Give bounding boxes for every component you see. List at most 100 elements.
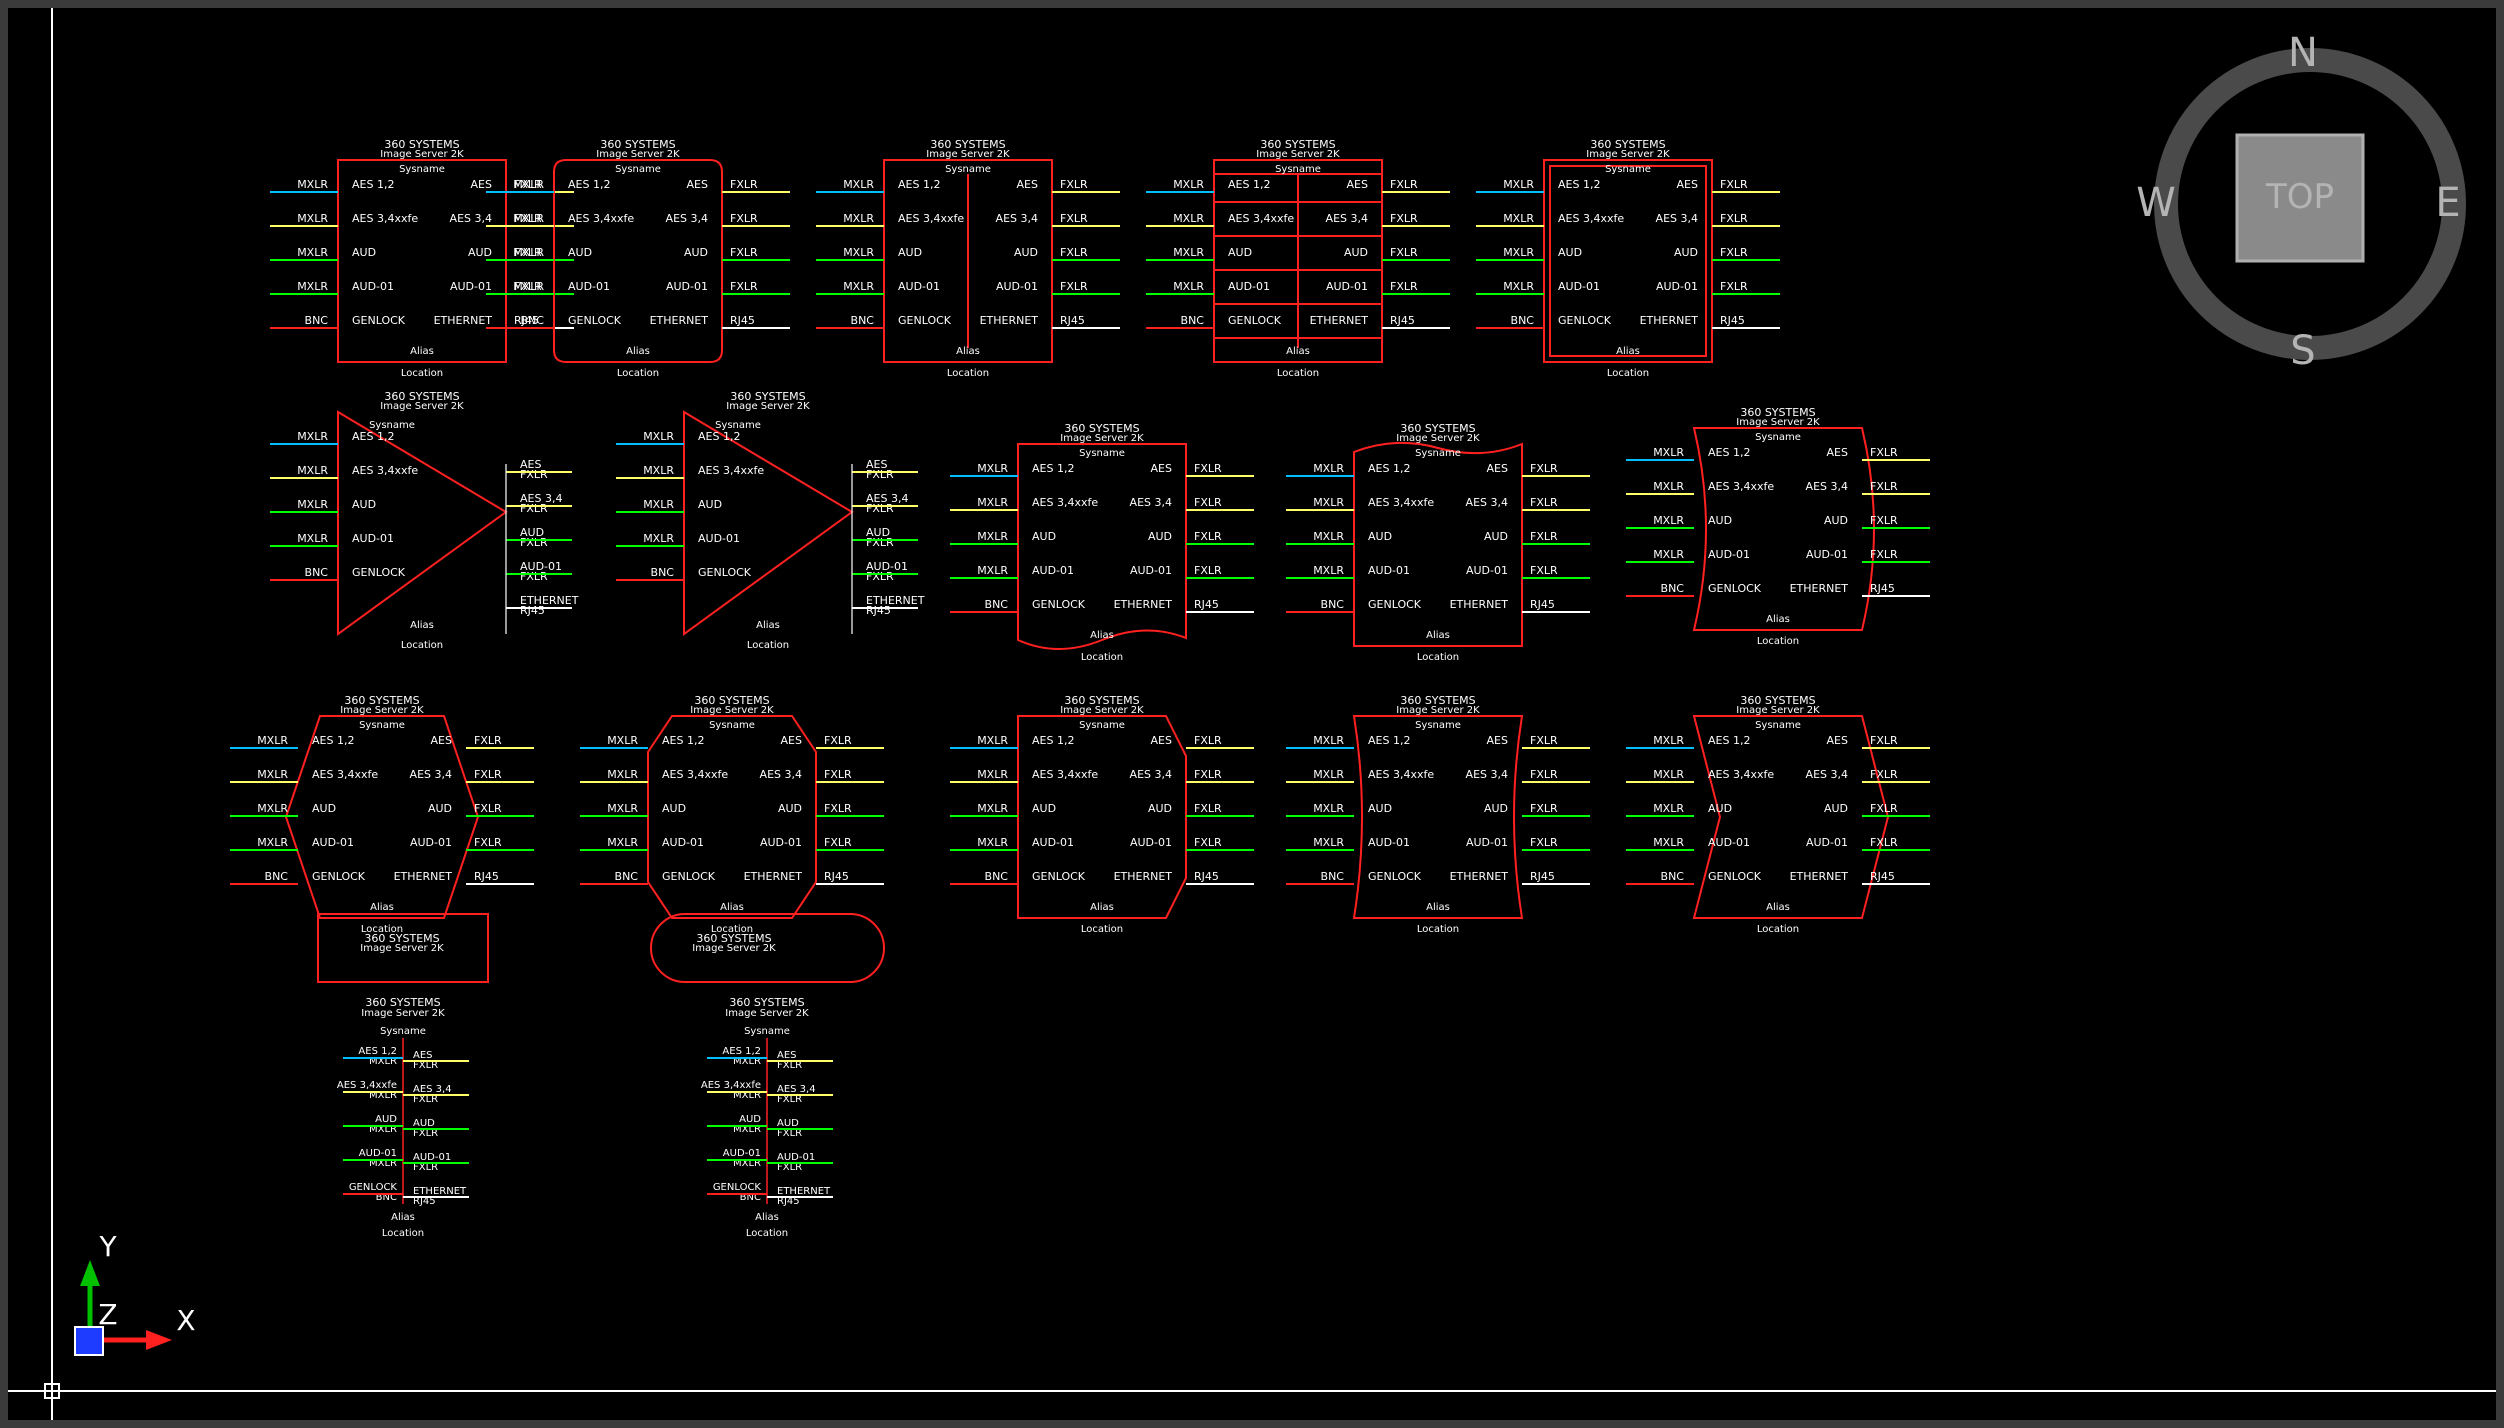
input-port-label: AUD-01 <box>568 280 610 293</box>
output-port-label: AUD <box>1014 246 1038 259</box>
output-port-label: AES <box>1677 178 1698 191</box>
block-sysname: Sysname <box>945 164 991 175</box>
input-port-label: GENLOCK <box>662 870 716 883</box>
input-port-label: GENLOCK <box>352 314 406 327</box>
output-signal-label: RJ45 <box>866 604 891 617</box>
block-banner[interactable]: 360 SYSTEMSImage Server 2KSysnameMXLR AES… <box>1286 422 1590 663</box>
output-port-label: AUD-01 <box>1130 564 1172 577</box>
output-signal-label: FXLR <box>1390 280 1418 293</box>
input-port-label: GENLOCK <box>898 314 952 327</box>
block-hexagon[interactable]: 360 SYSTEMSImage Server 2KSysnameMXLR AES… <box>230 694 534 935</box>
output-signal-label: FXLR <box>474 802 502 815</box>
input-signal-label: MXLR <box>1653 446 1684 459</box>
input-port-label: AES 3,4xxfe <box>698 464 764 477</box>
output-signal-label: FXLR <box>824 734 852 747</box>
block-triangle[interactable]: 360 SYSTEMSImage Server 2KSysnameMXLR AES… <box>270 390 579 651</box>
block-rect-rounded[interactable]: 360 SYSTEMSImage Server 2KSysnameMXLR AES… <box>486 138 790 379</box>
viewcube[interactable]: TOP N S E W <box>2136 30 2466 374</box>
input-signal-label: MXLR <box>257 768 288 781</box>
output-port-label: ETHERNET <box>1114 870 1173 883</box>
block-triangle-2[interactable]: 360 SYSTEMSImage Server 2KSysnameMXLR AES… <box>616 390 925 651</box>
block-cut-corners[interactable]: 360 SYSTEMSImage Server 2KSysnameMXLR AES… <box>950 694 1254 935</box>
input-port-label: AUD <box>1032 530 1056 543</box>
block-location: Location <box>1081 652 1123 663</box>
block-drum[interactable]: 360 SYSTEMSImage Server 2KSysnameMXLR AES… <box>1286 694 1590 935</box>
output-port-label: AES 3,4 <box>666 212 708 225</box>
output-port-label: ETHERNET <box>394 870 453 883</box>
symbol-outline <box>337 410 508 636</box>
output-signal-label: FXLR <box>824 802 852 815</box>
input-port-label: AES 1,2 <box>568 178 610 191</box>
input-port-label: AES 3,4xxfe <box>1032 768 1098 781</box>
input-signal-label: MXLR <box>1653 480 1684 493</box>
block-chevron[interactable]: 360 SYSTEMSImage Server 2KSysnameMXLR AES… <box>1626 694 1930 935</box>
output-port-label: ETHERNET <box>1640 314 1699 327</box>
input-signal-label: BNC <box>615 870 639 883</box>
block-alias: Alias <box>1090 902 1114 913</box>
compass-south-label[interactable]: S <box>2290 328 2315 374</box>
input-port-label: AES 3,4xxfe <box>1368 496 1434 509</box>
compass-east-label[interactable]: E <box>2435 180 2460 226</box>
input-signal-label: BNC <box>305 314 329 327</box>
input-signal-label: BNC <box>1321 598 1345 611</box>
block-curved-sides[interactable]: 360 SYSTEMSImage Server 2KSysnameMXLR AES… <box>1626 406 1930 647</box>
block-alias: Alias <box>410 620 434 631</box>
input-port-label: AES 1,2 <box>1368 462 1410 475</box>
input-port-label: GENLOCK <box>1708 582 1762 595</box>
input-signal-label: MXLR <box>297 178 328 191</box>
output-port-label: AUD <box>1148 530 1172 543</box>
compass-west-label[interactable]: W <box>2136 180 2176 226</box>
output-signal-label: FXLR <box>730 280 758 293</box>
input-signal-label: MXLR <box>977 836 1008 849</box>
block-header-pill[interactable]: 360 SYSTEMSImage Server 2K360 SYSTEMSIma… <box>650 913 885 1239</box>
block-header-rect[interactable]: 360 SYSTEMSImage Server 2K360 SYSTEMSIma… <box>317 913 489 1239</box>
input-port-label: AES 1,2 <box>1708 446 1750 459</box>
input-port-label: AES 1,2 <box>898 178 940 191</box>
output-signal-label: FXLR <box>1060 212 1088 225</box>
output-port-label: AES <box>1151 462 1172 475</box>
output-signal-label: FXLR <box>520 468 548 481</box>
block-sysname: Sysname <box>1415 720 1461 731</box>
input-signal-label: BNC <box>305 566 329 579</box>
output-port-label: AUD <box>778 802 802 815</box>
input-port-label: AUD <box>312 802 336 815</box>
input-signal-label: MXLR <box>1503 280 1534 293</box>
input-signal-label: MXLR <box>257 734 288 747</box>
block-alias: Alias <box>1766 614 1790 625</box>
output-signal-label: RJ45 <box>1194 598 1219 611</box>
ucs-y-label: Y <box>98 1230 117 1263</box>
input-port-label: AES 3,4xxfe <box>662 768 728 781</box>
input-signal-label: MXLR <box>643 498 674 511</box>
output-signal-label: FXLR <box>520 570 548 583</box>
block-document[interactable]: 360 SYSTEMSImage Server 2KSysnameMXLR AES… <box>950 422 1254 663</box>
block-location: Location <box>401 368 443 379</box>
input-port-label: GENLOCK <box>698 566 752 579</box>
block-alias: Alias <box>755 1212 779 1223</box>
input-signal-label: MXLR <box>977 768 1008 781</box>
block-rect-double[interactable]: 360 SYSTEMSImage Server 2KSysnameMXLR AES… <box>1476 138 1780 379</box>
block-rect-grid[interactable]: 360 SYSTEMSImage Server 2KSysnameMXLR AES… <box>1146 138 1450 379</box>
output-port-label: AES <box>1487 734 1508 747</box>
output-signal-label: FXLR <box>1060 280 1088 293</box>
block-octagon[interactable]: 360 SYSTEMSImage Server 2KSysnameMXLR AES… <box>580 694 884 935</box>
output-port-label: AES 3,4 <box>1466 768 1508 781</box>
compass-north-label[interactable]: N <box>2288 30 2318 76</box>
output-signal-label: FXLR <box>1870 446 1898 459</box>
model-space-viewport[interactable]: 360 SYSTEMS Image Server 2K Sysname MXLR AES… <box>8 8 2496 1420</box>
block-model: Image Server 2K <box>596 149 680 160</box>
block-rect-vdivider[interactable]: 360 SYSTEMSImage Server 2KSysnameMXLR AES… <box>816 138 1120 379</box>
input-signal-label: MXLR <box>977 734 1008 747</box>
output-signal-label: RJ45 <box>730 314 755 327</box>
output-port-label: AES <box>687 178 708 191</box>
output-port-label: AES 3,4 <box>996 212 1038 225</box>
output-port-label: ETHERNET <box>1450 598 1509 611</box>
output-signal-label: FXLR <box>520 536 548 549</box>
input-port-label: GENLOCK <box>352 566 406 579</box>
drawing-canvas[interactable]: 360 SYSTEMSImage Server 2KSysnameMXLR AES… <box>8 8 2496 1420</box>
input-port-label: AUD <box>1032 802 1056 815</box>
input-signal-label: BNC <box>985 870 1009 883</box>
output-port-label: AUD <box>1824 514 1848 527</box>
input-port-label: AUD-01 <box>1032 836 1074 849</box>
input-signal-label: BNC <box>265 870 289 883</box>
input-signal-label: MXLR <box>1173 178 1204 191</box>
